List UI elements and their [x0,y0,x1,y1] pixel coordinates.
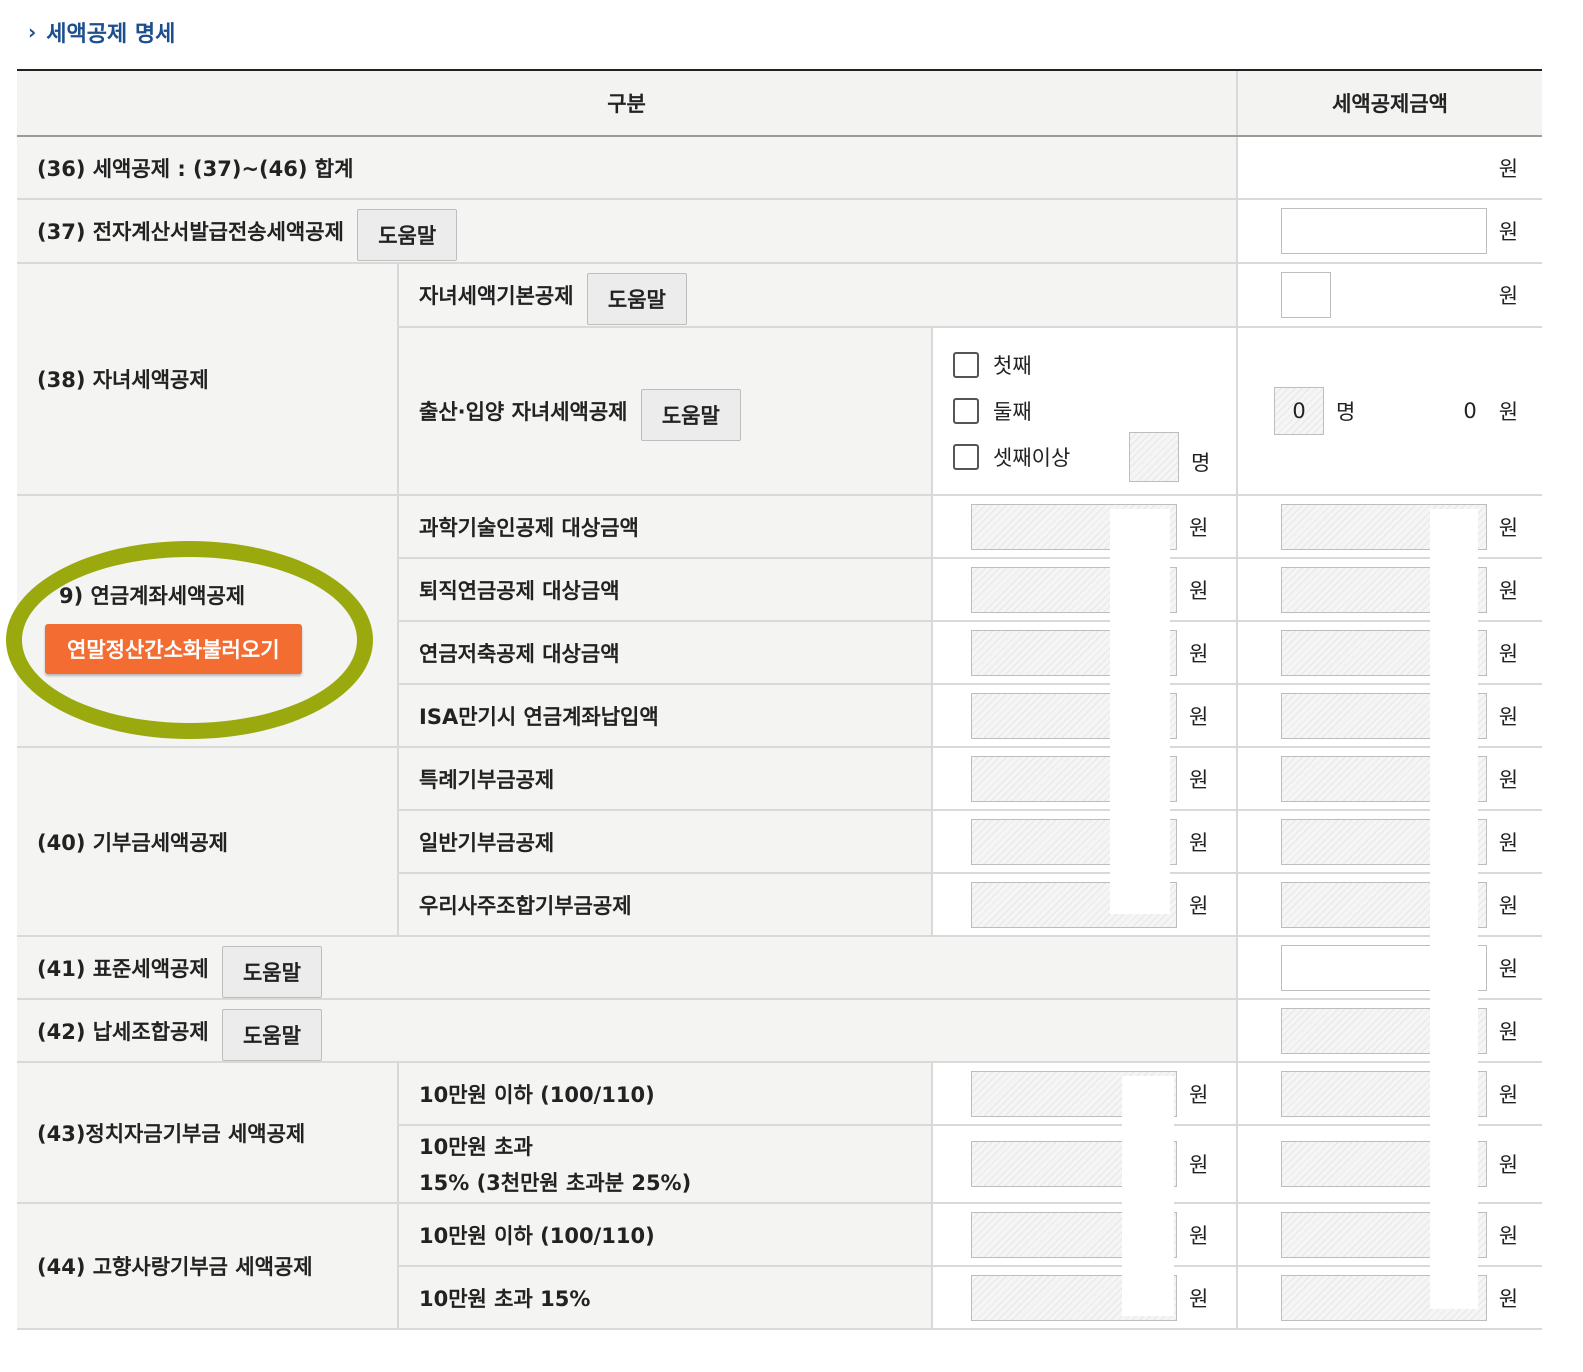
row-38-basic-input[interactable] [1280,272,1331,318]
won-unit: 원 [1498,1223,1519,1248]
birth-amount: 0 [1463,399,1477,423]
checkbox-first[interactable] [953,352,979,378]
row-42-label: (42) 납세조합공제 도움말 [17,999,1238,1063]
row-40-b-label: 일반기부금공제 [397,810,932,874]
won-unit: 원 [1189,830,1209,855]
won-unit: 원 [1189,1286,1209,1311]
won-unit: 원 [1498,1019,1519,1044]
won-unit: 원 [1189,1223,1209,1248]
row-39-c-label: 연금저축공제 대상금액 [397,621,932,685]
won-unit: 원 [1498,578,1519,603]
row-43-label: (43)정치자금기부금 세액공제 [17,1062,398,1204]
help-button-37[interactable]: 도움말 [357,209,458,261]
row-43-b-label: 10만원 초과 15% (3천만원 초과분 25%) [397,1125,932,1204]
person-unit: 명 [1191,451,1211,475]
row-44-label: (44) 고향사랑기부금 세액공제 [17,1203,398,1330]
won-unit: 원 [1498,830,1519,855]
row-38-basic-label: 자녀세액기본공제 도움말 [396,263,1238,328]
chevron-right-icon: › [28,20,37,44]
person-unit: 명 [1336,400,1356,424]
won-unit: 원 [1189,767,1209,792]
won-unit: 원 [1498,767,1519,792]
row-37-label: (37) 전자계산서발급전송세액공제 도움말 [17,199,1238,264]
redaction-bar [1110,509,1170,914]
won-unit: 원 [1498,156,1519,181]
won-unit: 원 [1189,578,1209,603]
won-unit: 원 [1498,641,1519,666]
row-44-a-label: 10만원 이하 (100/110) [397,1203,932,1267]
section-title-text: 세액공제 명세 [46,22,176,47]
row-40-c-label: 우리사주조합기부금공제 [397,873,932,937]
won-unit: 원 [1498,220,1519,244]
won-unit: 원 [1498,515,1519,540]
section-title: › 세액공제 명세 [28,14,175,50]
year-end-simplified-load-button[interactable]: 연말정산간소화불러오기 [45,624,302,674]
birth-count-input[interactable]: 0 [1274,387,1325,435]
help-button-38-basic[interactable]: 도움말 [586,273,687,325]
won-unit: 원 [1189,704,1209,729]
won-unit: 원 [1189,1082,1209,1107]
row-40-a-label: 특례기부금공제 [397,747,932,811]
row-37-input[interactable] [1280,208,1487,254]
row-38-label: (38) 자녀세액공제 [17,263,398,496]
header-category: 구분 [17,69,1238,137]
help-button-41[interactable]: 도움말 [221,945,322,998]
redaction-bar [1122,1076,1174,1316]
redaction-bar [1430,509,1478,1309]
checkbox-second[interactable] [953,398,979,424]
won-unit: 원 [1498,893,1519,918]
help-button-42[interactable]: 도움말 [221,1008,322,1061]
row-43-a-label: 10만원 이하 (100/110) [397,1062,932,1126]
won-unit: 원 [1189,515,1209,540]
help-button-38-birth[interactable]: 도움말 [640,389,741,441]
won-unit: 원 [1498,1286,1519,1311]
row-36-amount: 원 [1236,136,1543,200]
row-36-label: (36) 세액공제 : (37)~(46) 합계 [17,136,1238,200]
row-38-birth-label: 출산·입양 자녀세액공제 도움말 [397,327,932,496]
checkbox-third[interactable] [953,444,979,470]
header-amount: 세액공제금액 [1236,69,1543,137]
row-44-b-label: 10만원 초과 15% [397,1266,932,1330]
row-39-b-label: 퇴직연금공제 대상금액 [397,558,932,622]
row-40-label: (40) 기부금세액공제 [17,747,398,937]
won-unit: 원 [1189,1153,1209,1177]
won-unit: 원 [1498,704,1519,729]
row-39-d-label: ISA만기시 연금계좌납입액 [397,684,932,748]
row-39-a-label: 과학기술인공제 대상금액 [397,495,932,559]
row-39-label: 9) 연금계좌세액공제 연말정산간소화불러오기 [17,495,398,748]
row-41-label: (41) 표준세액공제 도움말 [17,936,1238,1000]
won-unit: 원 [1498,1082,1519,1107]
won-unit: 원 [1498,284,1519,308]
won-unit: 원 [1498,400,1519,424]
won-unit: 원 [1498,1153,1519,1177]
tax-credit-table: 구분 세액공제금액 (36) 세액공제 : (37)~(46) 합계 원 (37… [17,69,1543,1330]
won-unit: 원 [1189,641,1209,666]
won-unit: 원 [1498,956,1519,981]
third-count-input[interactable] [1129,432,1179,482]
won-unit: 원 [1189,893,1209,918]
